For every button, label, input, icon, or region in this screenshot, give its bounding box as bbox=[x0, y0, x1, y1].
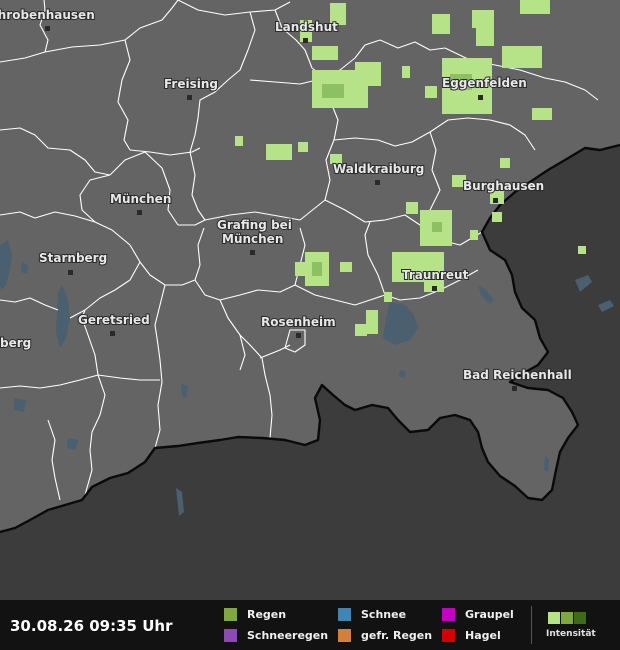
legend-label-regen: Regen bbox=[247, 607, 287, 621]
legend-swatch-gefr-regen bbox=[338, 628, 351, 642]
city-label-landshut: Landshut bbox=[275, 20, 338, 34]
intensity-scale: Intensität bbox=[546, 610, 606, 644]
city-label-rosenheim: Rosenheim bbox=[261, 315, 336, 329]
legend-swatch-regen bbox=[224, 607, 237, 621]
legend-swatch-hagel bbox=[442, 628, 455, 642]
city-marker-waldkraiburg bbox=[375, 180, 380, 185]
city-marker-eggenfelden bbox=[478, 95, 483, 100]
city-marker-freising bbox=[187, 95, 192, 100]
city-marker-grafing bbox=[250, 250, 255, 255]
legend-item-graupel: Graupel bbox=[442, 606, 514, 622]
legend-swatch-graupel bbox=[442, 607, 455, 621]
city-label-burghausen: Burghausen bbox=[463, 179, 544, 193]
weather-radar-app: Schrobenhausen Landshut Freising Eggenfe… bbox=[0, 0, 620, 650]
legend-item-regen: Regen bbox=[224, 606, 286, 622]
city-marker-burghausen bbox=[493, 198, 498, 203]
radar-map[interactable]: Schrobenhausen Landshut Freising Eggenfe… bbox=[0, 0, 620, 600]
city-label-eggenfelden: Eggenfelden bbox=[442, 76, 527, 90]
city-label-bad-reichenhall: Bad Reichenhall bbox=[463, 368, 572, 382]
city-label-muenchen: München bbox=[110, 192, 171, 206]
legend-item-gefr-regen: gefr. Regen bbox=[338, 627, 432, 643]
legend-swatch-schnee bbox=[338, 607, 351, 621]
intensity-swatch-mid bbox=[561, 612, 573, 624]
intensity-label: Intensität bbox=[546, 629, 596, 639]
intensity-swatch-high bbox=[574, 612, 586, 624]
city-marker-traunreut bbox=[432, 286, 437, 291]
legend-divider bbox=[531, 606, 532, 644]
legend-item-schneeregen: Schneeregen bbox=[224, 627, 328, 643]
legend-swatch-schneeregen bbox=[224, 628, 237, 642]
legend-label-hagel: Hagel bbox=[465, 628, 501, 642]
city-label-grafing-line2: München bbox=[222, 232, 283, 246]
legend-label-gefr-regen: gefr. Regen bbox=[361, 628, 433, 642]
city-label-traunreut: Traunreut bbox=[402, 268, 469, 282]
city-label-freising: Freising bbox=[164, 77, 218, 91]
city-label-starnberg: Starnberg bbox=[39, 251, 107, 265]
intensity-swatch-low bbox=[548, 612, 560, 624]
radar-timestamp: 30.08.26 09:35 Uhr bbox=[10, 617, 173, 635]
city-label-geretsried: Geretsried bbox=[78, 313, 150, 327]
city-marker-muenchen bbox=[137, 210, 142, 215]
city-label-schrobenhausen: Schrobenhausen bbox=[0, 8, 95, 22]
city-label-grafing-line1: Grafing bei bbox=[217, 218, 292, 232]
city-marker-landshut bbox=[303, 38, 308, 43]
city-marker-schrobenhausen bbox=[45, 26, 50, 31]
city-marker-rosenheim bbox=[296, 333, 301, 338]
legend-item-schnee: Schnee bbox=[338, 606, 406, 622]
city-marker-starnberg bbox=[68, 270, 73, 275]
legend-bar: 30.08.26 09:35 Uhr Regen Schneeregen Sch… bbox=[0, 600, 620, 650]
city-label-berg: berg bbox=[0, 336, 31, 350]
legend-item-hagel: Hagel bbox=[442, 627, 501, 643]
city-marker-bad-reichenhall bbox=[512, 386, 517, 391]
legend-label-schnee: Schnee bbox=[361, 607, 407, 621]
city-label-waldkraiburg: Waldkraiburg bbox=[333, 162, 424, 176]
legend-label-schneeregen: Schneeregen bbox=[247, 628, 329, 642]
city-marker-geretsried bbox=[110, 331, 115, 336]
legend-label-graupel: Graupel bbox=[465, 607, 514, 621]
